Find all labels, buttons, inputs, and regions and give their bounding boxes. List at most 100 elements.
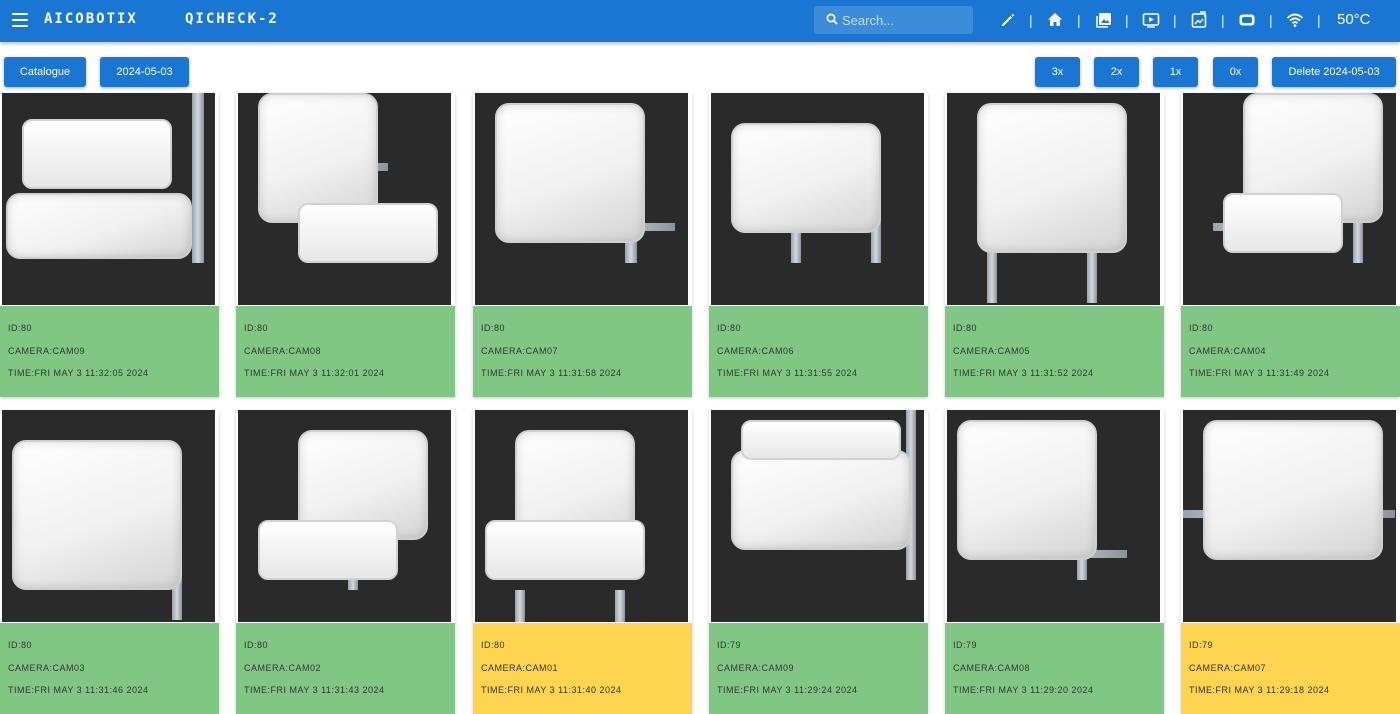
basin <box>12 440 182 590</box>
camera-image[interactable] <box>238 93 451 305</box>
card-info-ok: ID:80 CAMERA:CAM09 TIME:FRI MAY 3 11:32:05… <box>0 306 219 397</box>
basin-lid <box>258 520 398 580</box>
card-info-ok: ID:80 CAMERA:CAM05 TIME:FRI MAY 3 11:31:52… <box>945 306 1164 397</box>
card-id: ID:79 <box>953 640 978 650</box>
card-info-ok: ID:80 CAMERA:CAM04 TIME:FRI MAY 3 11:31:49… <box>1181 306 1400 397</box>
basin-lid <box>298 203 438 263</box>
images-icon[interactable] <box>1095 11 1113 29</box>
card-info-warn: ID:80 CAMERA:CAM01 TIME:FRI MAY 3 11:31:40… <box>473 623 692 714</box>
basin <box>731 450 911 550</box>
card-camera: CAMERA:CAM07 <box>481 346 559 356</box>
basin-lid <box>485 520 645 580</box>
card-time: TIME:FRI MAY 3 11:31:52 2024 <box>953 368 1094 378</box>
card-camera: CAMERA:CAM06 <box>717 346 795 356</box>
toolbar-separator: | <box>1173 12 1177 28</box>
camera-image[interactable] <box>711 410 924 622</box>
speed-1x-button[interactable]: 1x <box>1153 57 1198 87</box>
inspection-card[interactable]: ID:79 CAMERA:CAM09 TIME:FRI MAY 3 11:29:24… <box>709 410 928 714</box>
card-id: ID:80 <box>8 323 33 333</box>
card-id: ID:80 <box>244 323 269 333</box>
card-id: ID:79 <box>717 640 742 650</box>
wifi-icon[interactable] <box>1286 11 1304 29</box>
card-id: ID:80 <box>717 323 742 333</box>
card-info-ok: ID:80 CAMERA:CAM06 TIME:FRI MAY 3 11:31:55… <box>709 306 928 397</box>
home-icon[interactable] <box>1046 11 1064 29</box>
basin <box>731 123 881 233</box>
camera-image[interactable] <box>1183 93 1396 305</box>
card-camera: CAMERA:CAM07 <box>1189 663 1267 673</box>
inspection-card[interactable]: ID:80 CAMERA:CAM04 TIME:FRI MAY 3 11:31:49… <box>1181 93 1400 397</box>
card-id: ID:79 <box>1189 640 1214 650</box>
card-id: ID:80 <box>1189 323 1214 333</box>
frame-rail <box>515 590 525 622</box>
camera-image[interactable] <box>475 410 688 622</box>
camera-image[interactable] <box>238 410 451 622</box>
card-camera: CAMERA:CAM05 <box>953 346 1031 356</box>
basin <box>6 193 192 259</box>
card-time: TIME:FRI MAY 3 11:31:58 2024 <box>481 368 622 378</box>
camera-image[interactable] <box>711 93 924 305</box>
inspection-card[interactable]: ID:80 CAMERA:CAM07 TIME:FRI MAY 3 11:31:58… <box>473 93 692 397</box>
card-info-ok: ID:80 CAMERA:CAM02 TIME:FRI MAY 3 11:31:43… <box>236 623 455 714</box>
card-time: TIME:FRI MAY 3 11:31:46 2024 <box>8 685 149 695</box>
card-camera: CAMERA:CAM01 <box>481 663 559 673</box>
date-button[interactable]: 2024-05-03 <box>100 57 189 87</box>
card-time: TIME:FRI MAY 3 11:32:01 2024 <box>244 368 385 378</box>
brand-logo: AICOBOTIX <box>44 11 138 27</box>
speed-3x-button[interactable]: 3x <box>1035 57 1080 87</box>
camera-image[interactable] <box>475 93 688 305</box>
card-info-ok: ID:80 CAMERA:CAM07 TIME:FRI MAY 3 11:31:58… <box>473 306 692 397</box>
card-time: TIME:FRI MAY 3 11:31:55 2024 <box>717 368 858 378</box>
camera-image[interactable] <box>2 410 215 622</box>
camera-image[interactable] <box>947 93 1160 305</box>
inspection-card[interactable]: ID:80 CAMERA:CAM06 TIME:FRI MAY 3 11:31:55… <box>709 93 928 397</box>
pencil-icon[interactable] <box>999 11 1017 29</box>
search-icon <box>826 13 838 25</box>
card-camera: CAMERA:CAM09 <box>8 346 86 356</box>
card-time: TIME:FRI MAY 3 11:31:43 2024 <box>244 685 385 695</box>
catalogue-button[interactable]: Catalogue <box>4 57 86 87</box>
inspection-card[interactable]: ID:80 CAMERA:CAM02 TIME:FRI MAY 3 11:31:43… <box>236 410 455 714</box>
card-camera: CAMERA:CAM02 <box>244 663 322 673</box>
card-camera: CAMERA:CAM04 <box>1189 346 1267 356</box>
inspection-card[interactable]: ID:79 CAMERA:CAM08 TIME:FRI MAY 3 11:29:20… <box>945 410 1164 714</box>
top-app-bar: AICOBOTIX QICHECK-2 | | | | | | <box>0 0 1400 42</box>
play-icon[interactable] <box>1142 11 1160 29</box>
export-icon[interactable] <box>1190 11 1208 29</box>
camera-image[interactable] <box>2 93 215 305</box>
camera-image[interactable] <box>947 410 1160 622</box>
card-camera: CAMERA:CAM03 <box>8 663 86 673</box>
card-time: TIME:FRI MAY 3 11:31:49 2024 <box>1189 368 1330 378</box>
inspection-card[interactable]: ID:80 CAMERA:CAM08 TIME:FRI MAY 3 11:32:01… <box>236 93 455 397</box>
camera-image[interactable] <box>1183 410 1396 622</box>
card-info-warn: ID:79 CAMERA:CAM07 TIME:FRI MAY 3 11:29:18… <box>1181 623 1400 714</box>
inspection-card[interactable]: ID:79 CAMERA:CAM07 TIME:FRI MAY 3 11:29:18… <box>1181 410 1400 714</box>
card-id: ID:80 <box>953 323 978 333</box>
card-camera: CAMERA:CAM09 <box>717 663 795 673</box>
inspection-card[interactable]: ID:80 CAMERA:CAM03 TIME:FRI MAY 3 11:31:46… <box>0 410 219 714</box>
card-camera: CAMERA:CAM08 <box>244 346 322 356</box>
toolbar-separator: | <box>1317 12 1321 28</box>
frame-rail <box>192 93 204 263</box>
product-name: QICHECK-2 <box>185 11 279 27</box>
card-camera: CAMERA:CAM08 <box>953 663 1031 673</box>
rectangle-icon[interactable] <box>1238 11 1256 29</box>
basin-lid <box>22 119 172 189</box>
card-time: TIME:FRI MAY 3 11:29:24 2024 <box>717 685 858 695</box>
card-info-ok: ID:79 CAMERA:CAM09 TIME:FRI MAY 3 11:29:24… <box>709 623 928 714</box>
inspection-card[interactable]: ID:80 CAMERA:CAM05 TIME:FRI MAY 3 11:31:52… <box>945 93 1164 397</box>
search-input[interactable] <box>842 6 970 34</box>
card-id: ID:80 <box>8 640 33 650</box>
toolbar-separator: | <box>1125 12 1129 28</box>
toolbar-separator: | <box>1029 12 1033 28</box>
card-id: ID:80 <box>481 323 506 333</box>
inspection-card[interactable]: ID:80 CAMERA:CAM09 TIME:FRI MAY 3 11:32:05… <box>0 93 219 397</box>
speed-2x-button[interactable]: 2x <box>1094 57 1139 87</box>
basin-lid <box>1223 193 1343 253</box>
toolbar-separator: | <box>1221 12 1225 28</box>
delete-date-button[interactable]: Delete 2024-05-03 <box>1272 57 1396 87</box>
menu-icon[interactable] <box>12 13 28 27</box>
inspection-card[interactable]: ID:80 CAMERA:CAM01 TIME:FRI MAY 3 11:31:40… <box>473 410 692 714</box>
speed-0x-button[interactable]: 0x <box>1213 57 1258 87</box>
card-time: TIME:FRI MAY 3 11:32:05 2024 <box>8 368 149 378</box>
